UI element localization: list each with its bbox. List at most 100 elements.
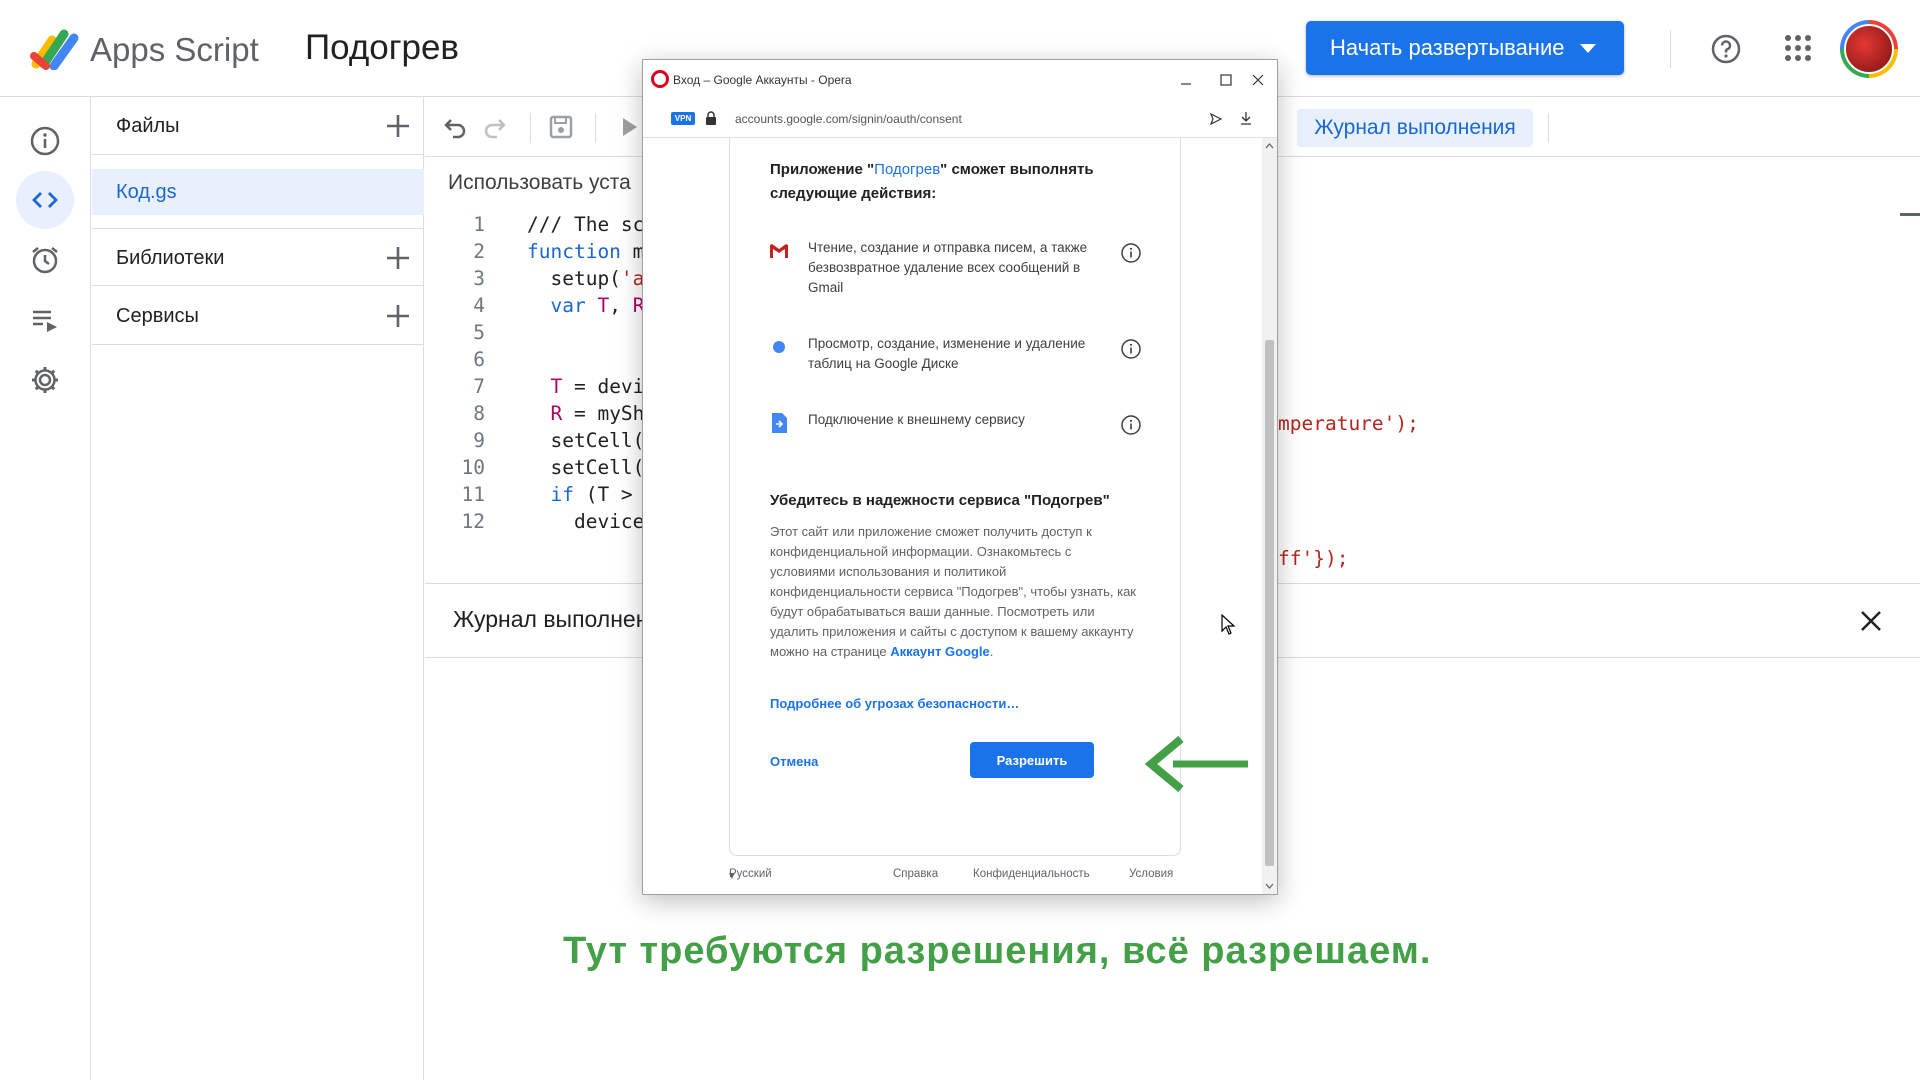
allow-button[interactable]: Разрешить xyxy=(970,742,1094,778)
code-line[interactable]: T = devi xyxy=(527,375,644,398)
security-body: Этот сайт или приложение сможет получить… xyxy=(770,524,1136,659)
caption: Тут требуются разрешения, всё разрешаем. xyxy=(563,930,1432,972)
terms-link[interactable]: Условия xyxy=(1129,868,1173,880)
file-name: Код.gs xyxy=(116,181,177,203)
line-number: 2 xyxy=(473,240,485,263)
add-file-icon[interactable] xyxy=(384,112,412,140)
app-name-link[interactable]: Подогрев xyxy=(874,161,940,178)
code-line[interactable]: setCell( xyxy=(527,456,644,479)
permission-text: Просмотр, создание, изменение и удаление… xyxy=(808,336,1086,371)
divider xyxy=(1670,30,1671,68)
install-notice: Использовать уста xyxy=(448,171,631,194)
opera-icon xyxy=(651,70,669,88)
security-text: Этот сайт или приложение сможет получить… xyxy=(770,522,1140,662)
allow-button-label: Разрешить xyxy=(996,752,1068,768)
line-number: 8 xyxy=(473,402,485,425)
left-rail xyxy=(0,97,91,1080)
close-icon[interactable] xyxy=(1858,608,1884,634)
undo-icon[interactable] xyxy=(441,113,469,141)
alarm-clock-icon[interactable] xyxy=(16,231,74,289)
code-line[interactable]: function m xyxy=(527,240,644,263)
info-icon[interactable] xyxy=(1120,242,1142,264)
code-line[interactable]: /// The sc xyxy=(527,213,644,236)
close-window-icon[interactable] xyxy=(1247,69,1269,91)
code-line[interactable]: setup('a xyxy=(527,267,644,290)
info-icon[interactable] xyxy=(16,112,74,170)
executions-icon[interactable] xyxy=(16,291,74,349)
send-icon[interactable] xyxy=(1209,112,1223,126)
line-number: 4 xyxy=(473,294,485,317)
add-service-icon[interactable] xyxy=(384,302,412,330)
gear-icon[interactable] xyxy=(16,351,74,409)
line-number: 5 xyxy=(473,321,485,344)
popup-titlebar: Вход – Google Аккаунты - Opera xyxy=(643,60,1277,100)
services-title: Сервисы xyxy=(116,305,199,327)
popup-url[interactable]: accounts.google.com/signin/oauth/consent xyxy=(735,112,962,126)
project-name[interactable]: Подогрев xyxy=(305,28,459,68)
log-title: Журнал выполнения xyxy=(453,606,674,632)
toolbar-divider xyxy=(1548,113,1549,143)
toolbar-divider xyxy=(595,113,596,143)
help-icon[interactable] xyxy=(1710,33,1742,65)
scrollbar-thumb[interactable] xyxy=(1265,340,1274,866)
scroll-down-icon[interactable] xyxy=(1265,882,1274,890)
code-icon[interactable] xyxy=(16,171,74,229)
avatar[interactable] xyxy=(1840,20,1898,78)
scroll-marker[interactable] xyxy=(1900,213,1920,216)
consent-header: Приложение "Подогрев" сможет выполнять с… xyxy=(770,158,1140,206)
code-line[interactable]: R = mySh xyxy=(527,402,644,425)
code-line[interactable]: device xyxy=(527,510,644,533)
popup-address-bar: VPN accounts.google.com/signin/oauth/con… xyxy=(643,100,1277,138)
language-label: Русский xyxy=(729,868,772,880)
code-line[interactable]: var T, R xyxy=(527,294,644,317)
execution-log-label: Журнал выполнения xyxy=(1314,116,1516,139)
download-icon[interactable] xyxy=(1239,111,1253,125)
deploy-button[interactable]: Начать развертывание xyxy=(1306,21,1624,75)
google-account-link[interactable]: Аккаунт Google xyxy=(890,644,989,659)
cancel-button[interactable]: Отмена xyxy=(770,754,818,769)
minimize-icon[interactable] xyxy=(1175,69,1197,91)
brand-title[interactable]: Apps Script xyxy=(90,31,259,69)
libraries-title: Библиотеки xyxy=(116,247,225,269)
help-link[interactable]: Справка xyxy=(893,868,938,880)
apps-grid-icon[interactable] xyxy=(1785,35,1811,61)
info-icon[interactable] xyxy=(1120,414,1142,436)
sheets-icon xyxy=(773,341,785,353)
line-number: 12 xyxy=(461,510,485,533)
maximize-icon[interactable] xyxy=(1215,69,1237,91)
redo-icon[interactable] xyxy=(481,113,509,141)
lock-icon xyxy=(706,111,716,125)
files-header: Файлы xyxy=(92,97,424,155)
popup-footer: Русский ▾ Справка Конфиденциальность Усл… xyxy=(643,868,1262,888)
line-number: 9 xyxy=(473,429,485,452)
vpn-badge[interactable]: VPN xyxy=(671,112,695,125)
run-icon[interactable] xyxy=(615,113,643,141)
add-library-icon[interactable] xyxy=(384,244,412,272)
files-panel: Файлы Код.gs Библиотеки Сервисы xyxy=(92,97,424,1080)
permission-text: Подключение к внешнему сервису xyxy=(808,412,1025,427)
scroll-up-icon[interactable] xyxy=(1265,142,1274,150)
line-number: 11 xyxy=(461,483,485,506)
line-number: 7 xyxy=(473,375,485,398)
code-line[interactable]: setCell( xyxy=(527,429,644,452)
deploy-button-label: Начать развертывание xyxy=(1330,35,1565,60)
line-number: 1 xyxy=(473,213,485,236)
mouse-cursor-icon xyxy=(1221,614,1236,635)
libraries-header: Библиотеки xyxy=(92,228,424,286)
caret-down-icon[interactable] xyxy=(1580,44,1596,53)
info-icon[interactable] xyxy=(1120,338,1142,360)
code-line[interactable]: if (T > xyxy=(527,483,632,506)
consent-card: Приложение "Подогрев" сможет выполнять с… xyxy=(729,138,1181,856)
line-number: 10 xyxy=(461,456,485,479)
toolbar-divider xyxy=(530,113,531,143)
security-title: Убедитесь в надежности сервиса "Подогрев… xyxy=(770,492,1110,509)
file-item[interactable]: Код.gs xyxy=(92,169,424,215)
permission-text: Чтение, создание и отправка писем, а так… xyxy=(808,240,1088,295)
privacy-link[interactable]: Конфиденциальность xyxy=(973,868,1090,880)
save-icon[interactable] xyxy=(547,113,575,141)
execution-log-button[interactable]: Журнал выполнения xyxy=(1297,109,1533,147)
security-end: . xyxy=(989,644,994,659)
files-title: Файлы xyxy=(116,115,180,137)
security-risks-link[interactable]: Подробнее об угрозах безопасности… xyxy=(770,696,1019,711)
popup-scrollbar[interactable] xyxy=(1262,138,1277,894)
